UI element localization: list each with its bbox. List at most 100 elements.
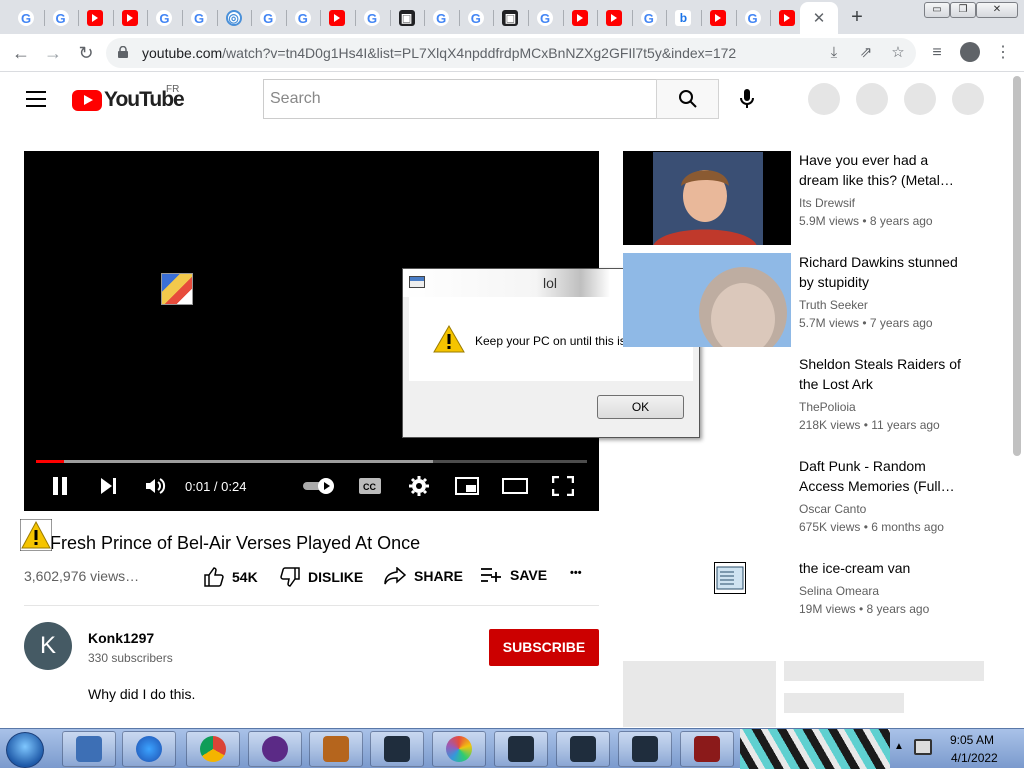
robot-icon: ▣ [398, 10, 415, 26]
like-button[interactable]: 54K [204, 567, 258, 587]
browser-tab[interactable] [598, 4, 630, 32]
recommendation-title[interactable]: Have you ever had a dream like this? (Met… [799, 150, 974, 190]
recommendation-channel[interactable]: ThePolioia [799, 400, 856, 414]
captions-button[interactable]: CC [357, 473, 383, 499]
channel-name[interactable]: Konk1297 [88, 630, 154, 646]
fullscreen-button[interactable] [551, 473, 575, 499]
header-placeholder-icon[interactable] [952, 83, 984, 115]
search-button[interactable] [656, 79, 719, 119]
menu-kebab-icon[interactable]: ⋮ [992, 42, 1014, 64]
taskbar-app[interactable] [186, 731, 240, 767]
install-icon[interactable]: ⤓ [824, 43, 844, 63]
progress-bar[interactable] [36, 460, 587, 463]
network-icon[interactable] [914, 739, 932, 755]
maximize-button[interactable]: ❐ [950, 2, 976, 18]
taskbar-app[interactable] [122, 731, 176, 767]
recommendation-channel[interactable]: Its Drewsif [799, 196, 855, 210]
more-actions-button[interactable]: ••• [570, 567, 582, 579]
lock-icon[interactable] [118, 46, 128, 58]
browser-tab[interactable] [771, 4, 803, 32]
reload-icon[interactable]: ↻ [74, 41, 98, 65]
browser-tab[interactable]: G [10, 4, 42, 32]
recommendation-title[interactable]: Sheldon Steals Raiders of the Lost Ark [799, 354, 974, 394]
start-button[interactable] [6, 732, 44, 768]
subscribe-button[interactable]: SUBSCRIBE [489, 629, 599, 666]
browser-tab[interactable] [321, 4, 353, 32]
taskbar-app[interactable] [62, 731, 116, 767]
search-input[interactable]: Search [263, 79, 656, 119]
browser-tab[interactable]: G [425, 4, 457, 32]
volume-button[interactable] [142, 473, 168, 499]
show-hidden-icons-icon[interactable]: ▲ [894, 741, 904, 752]
new-tab-button[interactable]: + [846, 6, 868, 28]
ok-button[interactable]: OK [597, 395, 684, 419]
browser-tab[interactable]: ◎ [218, 4, 250, 32]
page-scrollbar[interactable] [1013, 76, 1021, 456]
recommendation-thumbnail[interactable] [623, 151, 791, 245]
browser-tab[interactable] [79, 4, 111, 32]
taskbar-app[interactable] [370, 731, 424, 767]
taskbar-app[interactable] [248, 731, 302, 767]
next-button[interactable] [96, 473, 120, 499]
recommendation-title[interactable]: Daft Punk - Random Access Memories (Full… [799, 456, 974, 496]
browser-tab[interactable]: G [356, 4, 388, 32]
recommendation-channel[interactable]: Oscar Canto [799, 502, 866, 516]
autoplay-toggle[interactable] [302, 473, 336, 499]
voice-search-button[interactable] [732, 84, 762, 114]
bookmark-star-icon[interactable]: ☆ [888, 43, 908, 63]
recommendation-thumbnail[interactable] [623, 253, 791, 347]
header-placeholder-icon[interactable] [808, 83, 840, 115]
forward-icon[interactable]: → [41, 41, 65, 65]
hamburger-menu-icon[interactable] [26, 91, 46, 107]
browser-tab[interactable]: G [287, 4, 319, 32]
browser-tab[interactable] [114, 4, 146, 32]
close-window-button[interactable]: ✕ [976, 2, 1018, 18]
settings-button[interactable] [407, 473, 431, 499]
broken-thumbnail-icon[interactable] [714, 562, 746, 594]
browser-tab[interactable]: G [183, 4, 215, 32]
taskbar-app[interactable] [680, 731, 734, 767]
browser-tab[interactable] [564, 4, 596, 32]
browser-tab[interactable]: b [667, 4, 699, 32]
active-tab[interactable]: ✕ [800, 2, 838, 34]
miniplayer-button[interactable] [454, 473, 480, 499]
browser-tab[interactable]: G [633, 4, 665, 32]
browser-tab[interactable]: G [529, 4, 561, 32]
taskbar-app[interactable] [309, 731, 363, 767]
browser-tab[interactable]: G [460, 4, 492, 32]
address-bar[interactable]: youtube.com/watch?v=tn4D0g1Hs4I&list=PL7… [106, 38, 916, 68]
profile-avatar-icon[interactable] [960, 42, 980, 62]
browser-tab[interactable]: G [45, 4, 77, 32]
close-tab-icon[interactable]: ✕ [813, 9, 826, 27]
browser-tab[interactable]: G [252, 4, 284, 32]
taskbar-app[interactable] [556, 731, 610, 767]
share-button[interactable]: SHARE [384, 567, 463, 585]
view-count[interactable]: 3,602,976 views… [24, 568, 139, 584]
theater-mode-button[interactable] [501, 473, 529, 499]
browser-tab[interactable]: G [737, 4, 769, 32]
header-placeholder-icon[interactable] [904, 83, 936, 115]
recommendation-title[interactable]: Richard Dawkins stunned by stupidity [799, 252, 974, 292]
taskbar-app[interactable] [432, 731, 486, 767]
clock-date[interactable]: 4/1/2022 [951, 751, 998, 765]
back-icon[interactable]: ← [9, 41, 33, 65]
dislike-button[interactable]: DISLIKE [280, 567, 363, 587]
pause-button[interactable] [48, 473, 72, 499]
recommendation-title[interactable]: the ice-cream van [799, 558, 974, 578]
browser-tab[interactable]: G [148, 4, 180, 32]
save-button[interactable]: SAVE [480, 567, 547, 583]
recommendation-channel[interactable]: Selina Omeara [799, 584, 879, 598]
browser-tab[interactable] [702, 4, 734, 32]
recommendation-channel[interactable]: Truth Seeker [799, 298, 868, 312]
clock-time[interactable]: 9:05 AM [950, 733, 994, 747]
share-page-icon[interactable]: ⇗ [856, 43, 876, 63]
browser-tab[interactable]: ▣ [494, 4, 526, 32]
media-control-icon[interactable]: ≡ [926, 42, 948, 64]
title-line: Have you ever had a [799, 152, 929, 168]
taskbar-app[interactable] [494, 731, 548, 767]
browser-tab[interactable]: ▣ [391, 4, 423, 32]
taskbar-app[interactable] [618, 731, 672, 767]
header-placeholder-icon[interactable] [856, 83, 888, 115]
channel-avatar[interactable]: K [24, 622, 72, 670]
minimize-button[interactable]: ▭ [924, 2, 950, 18]
